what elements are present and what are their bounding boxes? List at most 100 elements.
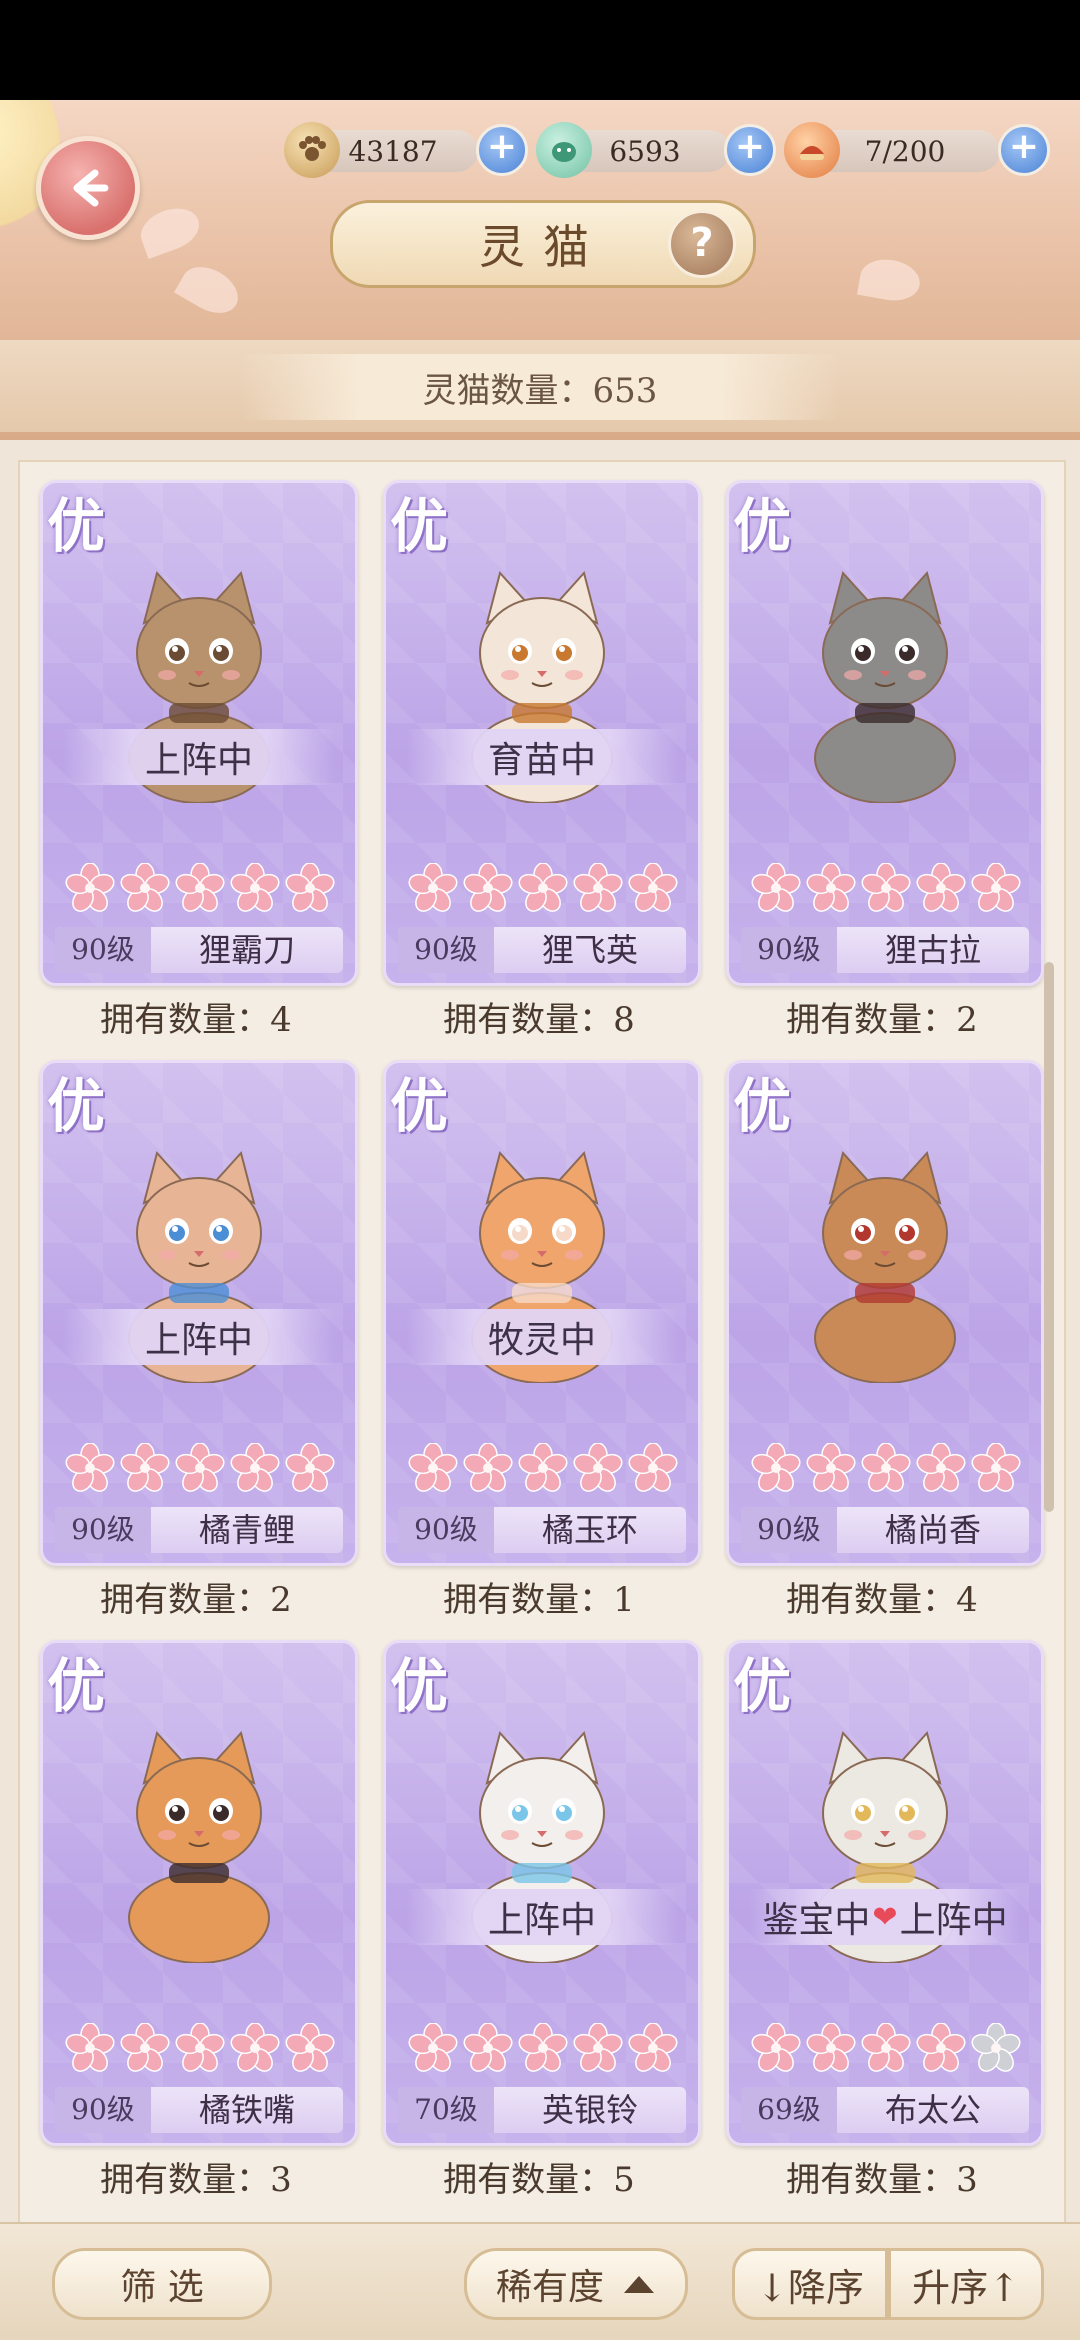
star-rating	[751, 2022, 1021, 2077]
add-jade-pet-button[interactable]: +	[724, 124, 776, 176]
star-flower-icon	[285, 862, 335, 913]
resource-value: 43187	[348, 134, 438, 168]
grade-badge: 优	[390, 1652, 449, 1720]
cat-status-left: 鉴宝中	[762, 1900, 871, 1941]
paw-coin-icon	[284, 122, 340, 178]
owned-count: 拥有数量：2	[100, 1580, 292, 1620]
resource-value: 6593	[609, 134, 681, 168]
star-flower-icon	[573, 862, 623, 913]
star-flower-icon	[120, 2022, 170, 2073]
star-flower-icon	[628, 2022, 678, 2073]
cat-card[interactable]: 优	[726, 1060, 1044, 1566]
back-button[interactable]	[36, 136, 140, 240]
grade-badge: 优	[47, 492, 106, 560]
star-flower-icon	[628, 862, 678, 913]
cat-portrait-icon	[795, 1133, 975, 1384]
star-flower-icon	[65, 862, 115, 913]
back-arrow-icon	[73, 169, 109, 207]
cat-card[interactable]: 优 上阵中	[383, 1640, 701, 2146]
cat-name: 橘铁嘴	[198, 2091, 295, 2129]
star-flower-icon	[175, 1442, 225, 1493]
cat-card[interactable]: 优 上阵中	[40, 480, 358, 986]
help-button[interactable]: ?	[668, 210, 736, 278]
star-flower-icon	[916, 1442, 966, 1493]
star-flower-icon	[573, 2022, 623, 2073]
star-flower-icon	[806, 2022, 856, 2073]
star-flower-icon	[518, 862, 568, 913]
cat-portrait-icon	[109, 1713, 289, 1964]
cat-card-cell: 优 牧灵中 90级 橘玉环 拥有数量：1	[383, 1060, 701, 1640]
star-flower-icon	[751, 1442, 801, 1493]
petal-decoration	[134, 200, 206, 260]
cat-status-band: 牧灵中	[406, 1309, 678, 1365]
star-flower-empty-icon	[971, 2022, 1021, 2073]
jade-pet-icon	[536, 122, 592, 178]
star-rating	[65, 1442, 335, 1497]
star-flower-icon	[65, 2022, 115, 2073]
star-flower-icon	[916, 2022, 966, 2073]
cat-card[interactable]: 优	[726, 480, 1044, 986]
cat-label-bar: 90级 狸飞英	[398, 927, 686, 973]
star-flower-icon	[285, 2022, 335, 2073]
cat-card-cell: 优	[40, 1640, 358, 2220]
heart-icon: ❤	[872, 1899, 898, 1935]
star-rating	[751, 862, 1021, 917]
star-flower-icon	[230, 862, 280, 913]
cat-name: 狸霸刀	[198, 931, 295, 969]
ascending-button[interactable]: 升序↑	[888, 2248, 1044, 2320]
page-title: 灵猫	[479, 220, 607, 274]
cat-level: 69级	[741, 2087, 837, 2133]
star-flower-icon	[463, 862, 513, 913]
cat-card[interactable]: 优	[40, 1640, 358, 2146]
cat-label-bar: 90级 橘铁嘴	[55, 2087, 343, 2133]
cat-level: 90级	[398, 1507, 494, 1553]
cat-label-bar: 70级 英银铃	[398, 2087, 686, 2133]
star-flower-icon	[175, 2022, 225, 2073]
cat-card-grid[interactable]: 优 上阵中 90级 狸霸刀 拥有数量：4 优 育苗中 90级 狸飞英 拥有数量：…	[18, 460, 1066, 2279]
star-flower-icon	[230, 1442, 280, 1493]
star-flower-icon	[628, 1442, 678, 1493]
cat-label-bar: 90级 橘青鲤	[55, 1507, 343, 1553]
owned-count: 拥有数量：1	[443, 1580, 635, 1620]
star-flower-icon	[751, 862, 801, 913]
owned-count: 拥有数量：2	[786, 1000, 978, 1040]
star-rating	[65, 862, 335, 917]
app-screen: 43187 + 6593 + 7/200 + 灵猫 ? 灵猫数量：653 优 上…	[0, 100, 1080, 2340]
star-flower-icon	[175, 862, 225, 913]
owned-count: 拥有数量：3	[100, 2160, 292, 2200]
cat-card[interactable]: 优 牧灵中 90级 橘玉环	[383, 1060, 701, 1566]
resource-value: 7/200	[864, 134, 946, 168]
scrollbar[interactable]	[1044, 962, 1054, 1512]
rarity-sort-button[interactable]: 稀有度	[464, 2248, 688, 2320]
cat-card[interactable]: 优 上阵中	[40, 1060, 358, 1566]
add-fish-food-button[interactable]: +	[998, 124, 1050, 176]
filter-button[interactable]: 筛 选	[52, 2248, 272, 2320]
star-flower-icon	[408, 1442, 458, 1493]
ascending-label: 升序↑	[912, 2265, 1020, 2310]
cat-label-bar: 90级 狸霸刀	[55, 927, 343, 973]
cat-name: 橘尚香	[884, 1511, 981, 1549]
cat-card[interactable]: 优 鉴宝中 ❤ 上阵中 69级 布太公	[726, 1640, 1044, 2146]
add-paw-coin-button[interactable]: +	[476, 124, 528, 176]
bottom-toolbar: 筛 选 稀有度 ↓降序 升序↑	[0, 2222, 1080, 2340]
star-flower-icon	[120, 1442, 170, 1493]
cat-portrait-icon	[795, 553, 975, 804]
cat-status-band: 上阵中	[63, 1309, 335, 1365]
star-flower-icon	[806, 1442, 856, 1493]
petal-decoration	[856, 255, 924, 305]
grade-badge: 优	[47, 1072, 106, 1140]
star-flower-icon	[806, 862, 856, 913]
owned-count: 拥有数量：5	[443, 2160, 635, 2200]
cat-status: 上阵中	[487, 1900, 596, 1941]
owned-count: 拥有数量：3	[786, 2160, 978, 2200]
grade-badge: 优	[390, 1072, 449, 1140]
star-flower-icon	[861, 1442, 911, 1493]
descending-button[interactable]: ↓降序	[732, 2248, 888, 2320]
cat-status-right: 上阵中	[899, 1900, 1008, 1941]
descending-label: ↓降序	[756, 2265, 864, 2310]
star-flower-icon	[573, 1442, 623, 1493]
star-flower-icon	[408, 2022, 458, 2073]
star-flower-icon	[230, 2022, 280, 2073]
cat-card[interactable]: 优 育苗中 90级 狸飞英	[383, 480, 701, 986]
cat-status: 上阵中	[144, 1320, 253, 1361]
